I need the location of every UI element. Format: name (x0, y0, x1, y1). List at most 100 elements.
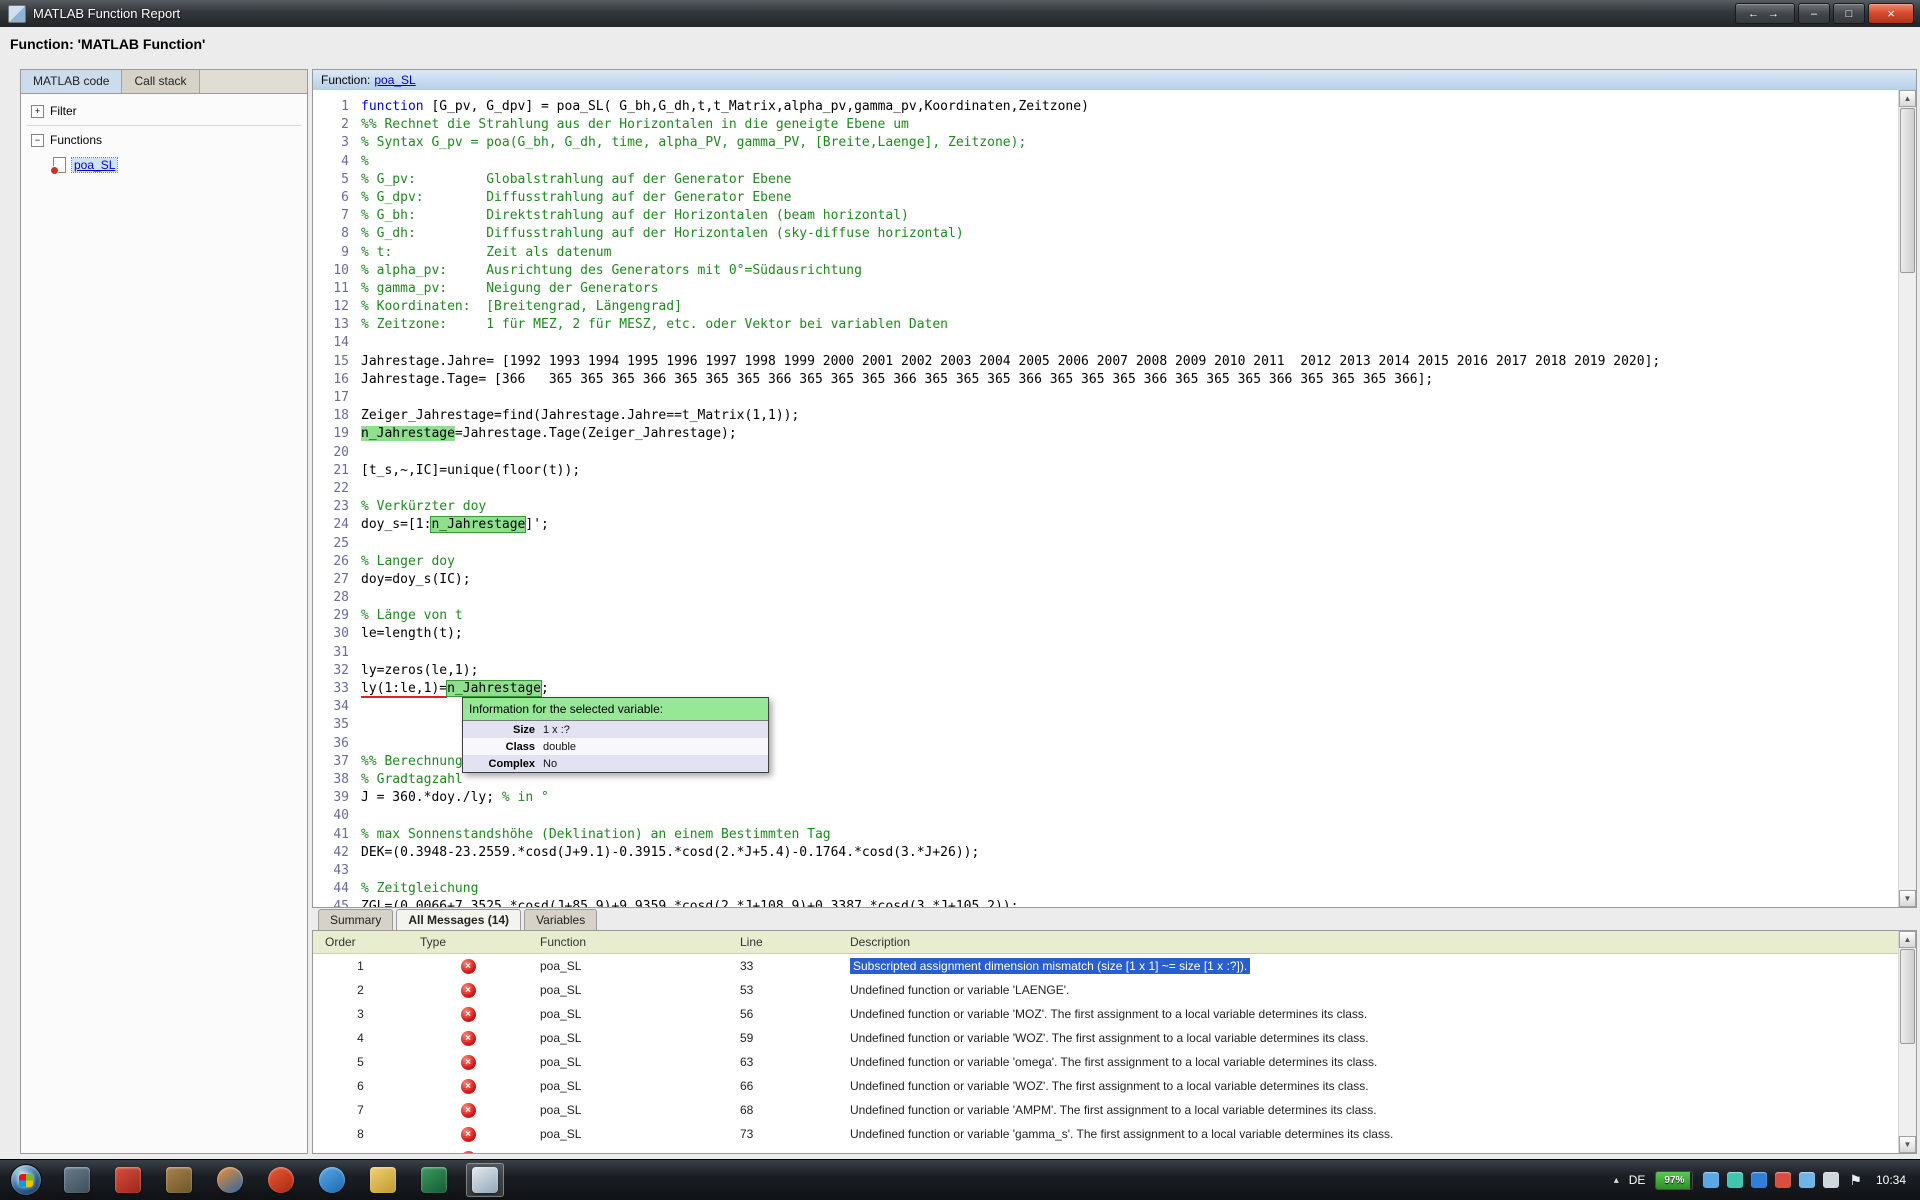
function-tree: + Filter − Functions poa_SL (21, 94, 307, 181)
message-row[interactable]: 8×poa_SL73Undefined function or variable… (313, 1122, 1916, 1146)
maximize-button[interactable]: □ (1833, 3, 1865, 24)
line-number: 45 (319, 898, 361, 907)
code-line: 16Jahrestage.Tage= [366 365 365 365 366 … (319, 371, 1892, 389)
function-cell: poa_SL (528, 1103, 728, 1117)
tab-variables[interactable]: Variables (524, 909, 597, 930)
scroll-up-icon[interactable]: ▲ (1899, 931, 1916, 948)
tab-matlab-code[interactable]: MATLAB code (21, 70, 122, 93)
minimize-button[interactable]: – (1798, 3, 1830, 24)
code-line-text: doy=doy_s(IC); (361, 571, 471, 589)
window-titlebar[interactable]: MATLAB Function Report ← → – □ × (0, 0, 1920, 28)
code-line-text: % G_dh: Diffusstrahlung auf der Horizont… (361, 225, 964, 243)
description-text: Undefined function or variable 'AMPM'. T… (850, 1103, 1377, 1117)
code-text: ]'; (525, 517, 548, 532)
code-header-function-link[interactable]: poa_SL (374, 73, 415, 87)
code-comment: % Gradtagzahl (361, 772, 463, 787)
line-number: 19 (319, 425, 361, 443)
code-line: 23% Verkürzter doy (319, 498, 1892, 516)
line-number: 29 (319, 607, 361, 625)
scroll-down-icon[interactable]: ▼ (1899, 1136, 1916, 1153)
tree-node-filter[interactable]: + Filter (25, 102, 303, 120)
tray-icon-6[interactable] (1823, 1172, 1839, 1188)
scrollbar-thumb[interactable] (1900, 949, 1915, 1044)
code-line-text: doy_s=[1:n_Jahrestage]'; (361, 516, 549, 534)
ie-icon[interactable] (313, 1163, 351, 1197)
files-app-icon[interactable] (160, 1163, 198, 1197)
battery-indicator[interactable]: 97% (1655, 1171, 1693, 1190)
description-text: Undefined function or variable 'gamma_s'… (850, 1127, 1393, 1141)
function-link[interactable]: poa_SL (72, 158, 117, 172)
line-number: 7 (319, 207, 361, 225)
language-indicator[interactable]: DE (1629, 1173, 1646, 1187)
start-button[interactable] (10, 1164, 42, 1196)
code-comment: % Länge von t (361, 608, 463, 623)
code-text: ly=zeros(le,1); (361, 663, 478, 678)
tray-icon-4[interactable] (1775, 1172, 1791, 1188)
highlighted-variable-selected[interactable]: n_Jahrestage (431, 517, 525, 532)
column-function: Function (528, 935, 728, 949)
code-line: 11% gamma_pv: Neigung der Generators (319, 280, 1892, 298)
code-line-text: % Koordinaten: [Breitengrad, Längengrad] (361, 298, 682, 316)
tooltip-title: Information for the selected variable: (463, 698, 768, 721)
code-line: 24doy_s=[1:n_Jahrestage]'; (319, 516, 1892, 534)
collapse-icon[interactable]: − (31, 134, 44, 147)
history-back-forward-button[interactable]: ← → (1735, 3, 1795, 24)
message-row[interactable]: 5×poa_SL63Undefined function or variable… (313, 1050, 1916, 1074)
message-row[interactable]: 1×poa_SL33Subscripted assignment dimensi… (313, 954, 1916, 978)
code-vertical-scrollbar[interactable]: ▲ ▼ (1898, 90, 1916, 907)
message-row[interactable]: × (313, 1146, 1916, 1154)
line-cell: 59 (728, 1031, 838, 1045)
tree-item-function[interactable]: poa_SL (53, 157, 303, 173)
line-number: 42 (319, 844, 361, 862)
tree-node-functions[interactable]: − Functions (25, 131, 303, 149)
show-hidden-icons-chevron[interactable]: ▴ (1614, 1175, 1619, 1186)
tray-icon-2[interactable] (1727, 1172, 1743, 1188)
code-line: 31 (319, 644, 1892, 662)
code-header-label: Function: (321, 73, 370, 87)
message-row[interactable]: 4×poa_SL59Undefined function or variable… (313, 1026, 1916, 1050)
description-text: Subscripted assignment dimension mismatc… (850, 958, 1250, 974)
tab-all-messages[interactable]: All Messages (14) (396, 909, 521, 930)
line-number: 37 (319, 753, 361, 771)
expand-icon[interactable]: + (31, 105, 44, 118)
scroll-up-icon[interactable]: ▲ (1899, 90, 1916, 107)
code-comment: % Syntax G_pv = poa(G_bh, G_dh, time, al… (361, 135, 1026, 150)
monitor-app-icon[interactable] (58, 1163, 96, 1197)
firefox-icon[interactable] (211, 1163, 249, 1197)
code-area[interactable]: 1function [G_pv, G_dpv] = poa_SL( G_bh,G… (313, 90, 1916, 907)
scrollbar-thumb[interactable] (1900, 108, 1915, 273)
tray-icon-1[interactable] (1703, 1172, 1719, 1188)
window-app-icon[interactable] (466, 1163, 504, 1197)
code-line: 27doy=doy_s(IC); (319, 571, 1892, 589)
tray-icon-5[interactable] (1799, 1172, 1815, 1188)
message-row[interactable]: 7×poa_SL68Undefined function or variable… (313, 1098, 1916, 1122)
message-row[interactable]: 2×poa_SL53Undefined function or variable… (313, 978, 1916, 1002)
code-line: 28 (319, 589, 1892, 607)
scroll-down-icon[interactable]: ▼ (1899, 890, 1916, 907)
red-app-icon[interactable] (109, 1163, 147, 1197)
code-comment: % alpha_pv: Ausrichtung des Generators m… (361, 263, 862, 278)
excel-icon[interactable] (415, 1163, 453, 1197)
line-cell: 66 (728, 1079, 838, 1093)
code-line: 39J = 360.*doy./ly; % in ° (319, 789, 1892, 807)
message-row[interactable]: 6×poa_SL66Undefined function or variable… (313, 1074, 1916, 1098)
code-line-text: % G_dpv: Diffusstrahlung auf der Generat… (361, 189, 791, 207)
message-row[interactable]: 3×poa_SL56Undefined function or variable… (313, 1002, 1916, 1026)
folder-icon[interactable] (364, 1163, 402, 1197)
taskbar: ▴ DE 97% ⚑ 10:34 (0, 1159, 1920, 1200)
code-line: 21[t_s,~,IC]=unique(floor(t)); (319, 462, 1892, 480)
tab-summary[interactable]: Summary (318, 909, 393, 930)
tab-call-stack[interactable]: Call stack (122, 70, 199, 93)
order-cell: 7 (313, 1103, 408, 1117)
tray-icon-3[interactable] (1751, 1172, 1767, 1188)
opera-icon[interactable] (262, 1163, 300, 1197)
highlighted-variable-selected[interactable]: n_Jahrestage (447, 681, 541, 696)
highlighted-variable[interactable]: n_Jahrestage (361, 426, 455, 441)
messages-vertical-scrollbar[interactable]: ▲ ▼ (1898, 931, 1916, 1153)
clock[interactable]: 10:34 (1876, 1173, 1906, 1187)
window-app-icon-glyph (472, 1167, 498, 1193)
action-center-flag-icon[interactable]: ⚑ (1849, 1172, 1862, 1189)
close-button[interactable]: × (1868, 3, 1914, 24)
firefox-icon-glyph (217, 1167, 243, 1193)
order-cell: 1 (313, 959, 408, 973)
